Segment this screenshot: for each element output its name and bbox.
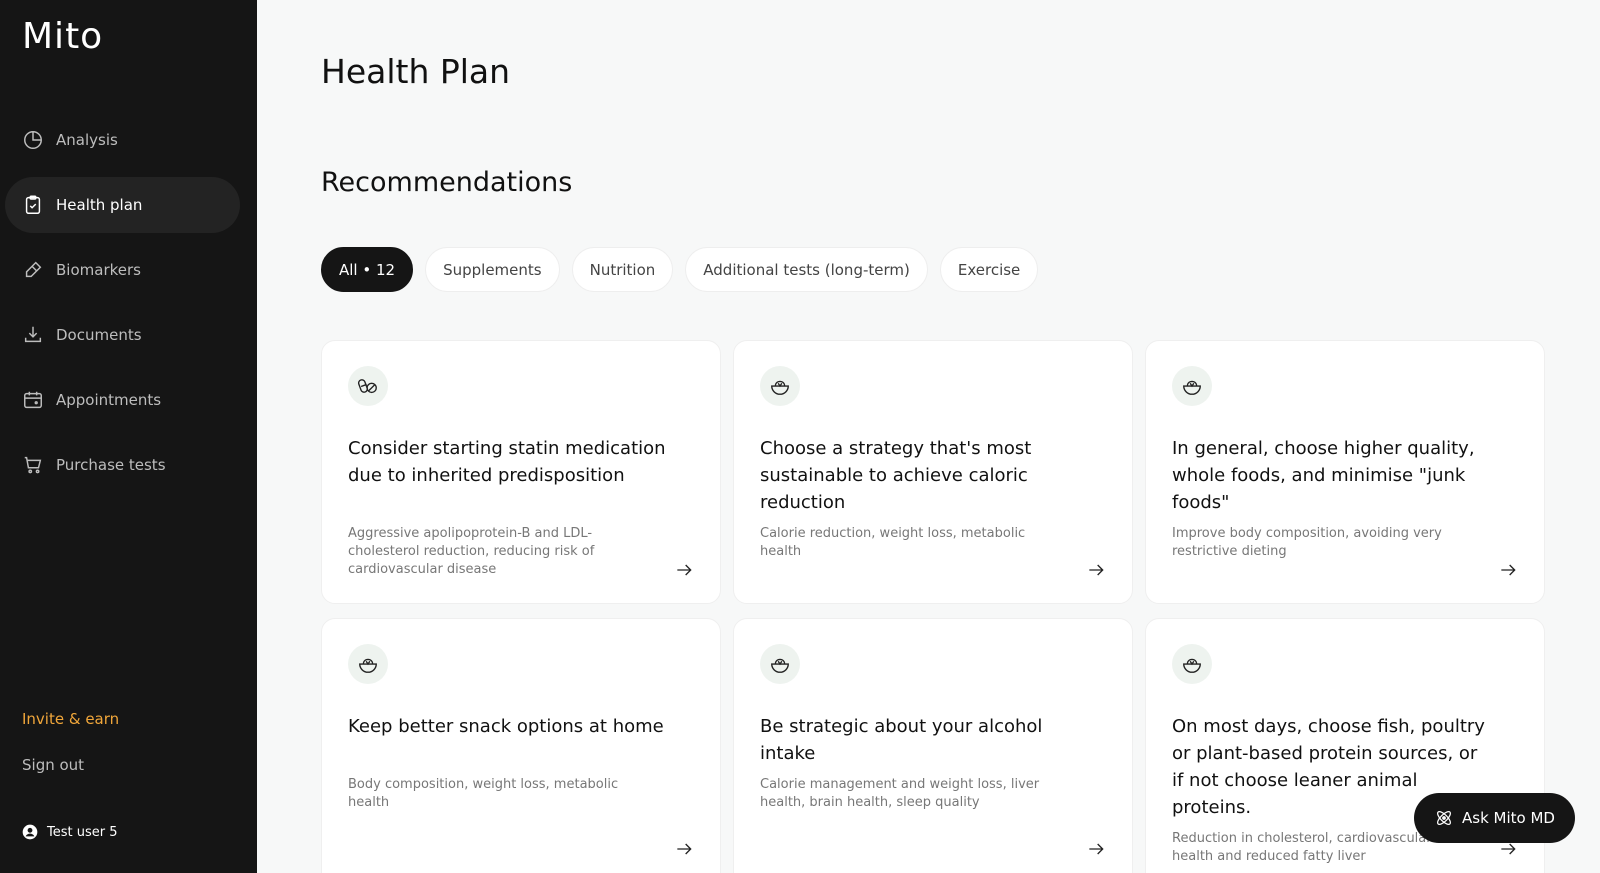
download-icon <box>22 324 44 346</box>
filter-chip-all[interactable]: All • 12 <box>321 247 414 292</box>
sidebar-item-label: Biomarkers <box>56 261 141 279</box>
sidebar-item-health-plan[interactable]: Health plan <box>5 177 240 233</box>
clipboard-check-icon <box>22 194 44 216</box>
sidebar: Mito Analysis Health plan Biomarkers Doc… <box>0 0 257 873</box>
arrow-right-icon <box>1089 843 1104 855</box>
card-title: Choose a strategy that's most sustainabl… <box>760 438 1032 513</box>
recommendation-card[interactable]: Keep better snack options at home Body c… <box>321 618 721 873</box>
arrow-right-icon <box>1501 564 1516 576</box>
section-title: Recommendations <box>321 167 573 198</box>
sidebar-item-appointments[interactable]: Appointments <box>5 372 240 428</box>
card-title: Be strategic about your alcohol intake <box>760 716 1043 764</box>
page-title: Health Plan <box>321 52 511 91</box>
pills-icon <box>348 366 388 406</box>
sidebar-item-label: Health plan <box>56 196 143 214</box>
user-avatar-icon <box>22 824 38 840</box>
card-description: Reduction in cholesterol, cardiovascular… <box>1172 831 1432 864</box>
cart-icon <box>22 454 44 476</box>
filter-chip-exercise[interactable]: Exercise <box>939 247 1039 292</box>
arrow-right-icon <box>677 564 692 576</box>
invite-earn-link[interactable]: Invite & earn <box>22 710 119 728</box>
recommendation-card[interactable]: In general, choose higher quality, whole… <box>1145 340 1545 604</box>
salad-bowl-icon <box>1172 644 1212 684</box>
card-title: Consider starting statin medication due … <box>348 438 666 486</box>
card-description: Aggressive apolipoprotein-B and LDL-chol… <box>348 526 595 577</box>
arrow-right-icon <box>1089 564 1104 576</box>
filter-chip-supplements[interactable]: Supplements <box>425 247 560 292</box>
sidebar-item-label: Documents <box>56 326 142 344</box>
salad-bowl-icon <box>1172 366 1212 406</box>
user-profile[interactable]: Test user 5 <box>22 824 118 840</box>
recommendation-card[interactable]: Be strategic about your alcohol intake C… <box>733 618 1133 873</box>
card-description: Body composition, weight loss, metabolic… <box>348 777 619 810</box>
sidebar-nav: Analysis Health plan Biomarkers Document… <box>0 112 257 502</box>
salad-bowl-icon <box>348 644 388 684</box>
recommendation-card[interactable]: Consider starting statin medication due … <box>321 340 721 604</box>
sign-out-link[interactable]: Sign out <box>22 756 84 774</box>
ask-mito-md-button[interactable]: Ask Mito MD <box>1414 793 1575 843</box>
arrow-right-icon <box>677 843 692 855</box>
sidebar-item-label: Appointments <box>56 391 162 409</box>
card-title: In general, choose higher quality, whole… <box>1172 438 1475 513</box>
ask-mito-md-label: Ask Mito MD <box>1462 809 1555 827</box>
salad-bowl-icon <box>760 366 800 406</box>
pie-chart-icon <box>22 129 44 151</box>
card-description: Calorie reduction, weight loss, metaboli… <box>760 526 1026 559</box>
salad-bowl-icon <box>760 644 800 684</box>
user-name: Test user 5 <box>47 824 118 840</box>
sidebar-item-purchase-tests[interactable]: Purchase tests <box>5 437 240 493</box>
filter-chip-additional-tests[interactable]: Additional tests (long-term) <box>685 247 928 292</box>
sidebar-item-documents[interactable]: Documents <box>5 307 240 363</box>
sidebar-item-analysis[interactable]: Analysis <box>5 112 240 168</box>
card-title: Keep better snack options at home <box>348 716 664 737</box>
recommendation-card[interactable]: Choose a strategy that's most sustainabl… <box>733 340 1133 604</box>
atom-icon <box>1437 811 1451 825</box>
app-logo[interactable]: Mito <box>22 16 103 57</box>
eraser-icon <box>22 259 44 281</box>
sidebar-item-label: Analysis <box>56 131 118 149</box>
main-content: Health Plan Recommendations All • 12 Sup… <box>257 0 1600 873</box>
calendar-icon <box>22 389 44 411</box>
filter-chip-nutrition[interactable]: Nutrition <box>571 247 674 292</box>
card-description: Improve body composition, avoiding very … <box>1172 526 1442 559</box>
sidebar-item-label: Purchase tests <box>56 456 166 474</box>
filter-tabs: All • 12 Supplements Nutrition Additiona… <box>321 247 1050 292</box>
card-description: Calorie management and weight loss, live… <box>760 777 1040 810</box>
sidebar-item-biomarkers[interactable]: Biomarkers <box>5 242 240 298</box>
